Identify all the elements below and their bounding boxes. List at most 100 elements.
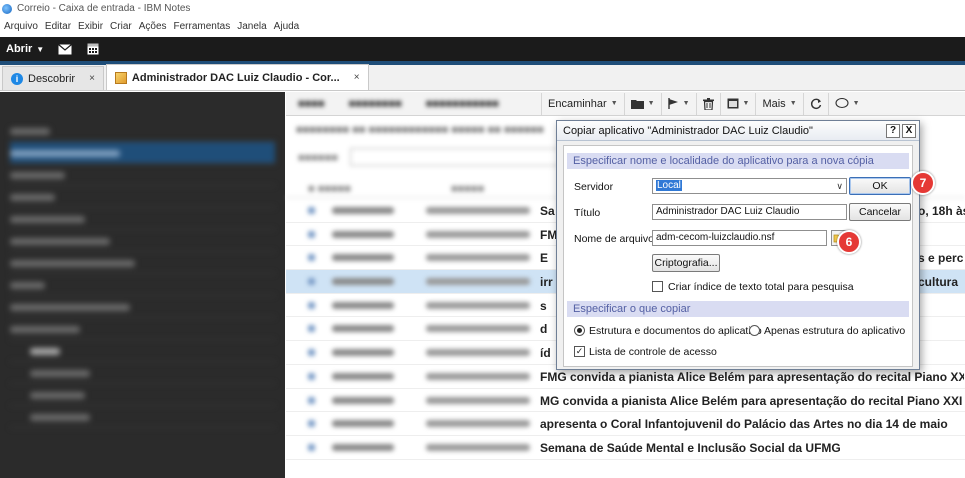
- dialog-title-bar: Copiar aplicativo "Administrador DAC Lui…: [557, 121, 919, 141]
- more-button[interactable]: Mais ▼: [755, 92, 802, 115]
- filename-label: Nome de arquivo: [574, 233, 654, 245]
- close-icon[interactable]: ×: [354, 72, 360, 83]
- mail-icon[interactable]: [58, 43, 73, 55]
- menu-editar[interactable]: Editar: [45, 21, 71, 32]
- message-subject: Semana de Saúde Mental e Inclusão Social…: [540, 440, 841, 455]
- acl-label: Lista de controle de acesso: [589, 346, 717, 358]
- info-icon: i: [11, 72, 23, 85]
- navigator-item-selected[interactable]: [10, 142, 275, 164]
- more-label: Mais: [762, 97, 786, 110]
- navigator-item[interactable]: [10, 274, 275, 296]
- cancel-button[interactable]: Cancelar: [849, 203, 911, 221]
- refresh-icon: [810, 98, 821, 109]
- navigator-header: [10, 100, 275, 120]
- blurred-actions: ■■■■ ■■■■■■■■ ■■■■■■■■■■■: [298, 97, 499, 110]
- chevron-down-icon: ▼: [789, 100, 797, 107]
- dialog-close-button[interactable]: X: [902, 123, 916, 138]
- chevron-down-icon: ∨: [836, 181, 843, 191]
- folder-button[interactable]: ▼: [623, 92, 661, 115]
- navigator-item[interactable]: [10, 340, 275, 362]
- ok-button[interactable]: OK: [849, 177, 911, 195]
- menu-ajuda[interactable]: Ajuda: [274, 21, 300, 32]
- radio-full-copy[interactable]: [574, 325, 585, 336]
- menu-arquivo[interactable]: Arquivo: [4, 21, 38, 32]
- message-subject: MG convida a pianista Alice Belém para a…: [540, 393, 964, 408]
- menu-criar[interactable]: Criar: [110, 21, 132, 32]
- encryption-button[interactable]: Criptografia...: [652, 254, 720, 272]
- navigator-item[interactable]: [10, 406, 275, 428]
- view-options-button[interactable]: ▼: [719, 92, 756, 115]
- refresh-button[interactable]: [802, 92, 828, 115]
- server-value: Local: [656, 180, 682, 191]
- row-blurred-meta: [286, 412, 538, 435]
- message-subject-tail: s e perc: [918, 251, 964, 266]
- row-blurred-meta: [286, 389, 538, 412]
- title-input[interactable]: Administrador DAC Luiz Claudio: [652, 204, 847, 220]
- close-icon[interactable]: ×: [89, 73, 95, 84]
- acl-checkbox[interactable]: ✓: [574, 346, 585, 357]
- navigator-item[interactable]: [10, 208, 275, 230]
- menu-bar: Arquivo Editar Exibir Criar Ações Ferram…: [0, 17, 965, 36]
- navigator-item[interactable]: [10, 230, 275, 252]
- row-blurred-meta: [286, 294, 538, 317]
- design-only-label: Apenas estrutura do aplicativo: [764, 325, 906, 337]
- menu-janela[interactable]: Janela: [237, 21, 266, 32]
- main-toolbar: Abrir ▼: [0, 37, 965, 61]
- fulltext-checkbox[interactable]: [652, 281, 663, 292]
- navigator-pane: [0, 92, 285, 478]
- open-button[interactable]: Abrir ▼: [6, 43, 44, 55]
- action-bar: ■■■■ ■■■■■■■■ ■■■■■■■■■■■ Encaminhar ▼ ▼ ▼…: [286, 92, 965, 116]
- filename-input[interactable]: adm-cecom-luizclaudio.nsf: [652, 230, 827, 246]
- window-icon: [727, 98, 739, 109]
- navigator-item[interactable]: [10, 186, 275, 208]
- row-blurred-meta: [286, 199, 538, 222]
- search-icon: [835, 98, 849, 109]
- flag-icon: [667, 98, 678, 109]
- navigator-item[interactable]: [10, 296, 275, 318]
- menu-ferramentas[interactable]: Ferramentas: [174, 21, 231, 32]
- search-button[interactable]: ▼: [827, 92, 866, 115]
- chevron-down-icon: ▼: [742, 100, 750, 107]
- window-title-bar: Correio - Caixa de entrada - IBM Notes: [0, 0, 965, 17]
- calendar-icon[interactable]: [86, 43, 100, 55]
- section-name-location: Especificar nome e localidade do aplicat…: [567, 153, 909, 169]
- copy-application-dialog: Copiar aplicativo "Administrador DAC Lui…: [556, 120, 920, 370]
- menu-exibir[interactable]: Exibir: [78, 21, 103, 32]
- tab-bar: i Descobrir × Administrador DAC Luiz Cla…: [0, 64, 965, 91]
- fulltext-label: Criar índice de texto total para pesquis…: [668, 281, 854, 293]
- dialog-title: Copiar aplicativo "Administrador DAC Lui…: [563, 124, 813, 137]
- full-copy-label: Estrutura e documentos do aplicativo: [589, 325, 762, 337]
- filter-input[interactable]: [350, 148, 570, 166]
- flag-button[interactable]: ▼: [660, 92, 696, 115]
- radio-design-only[interactable]: [749, 325, 760, 336]
- help-button[interactable]: ?: [886, 123, 900, 138]
- mail-database-icon: [114, 71, 127, 84]
- tab-admin-mail[interactable]: Administrador DAC Luiz Claudio - Cor... …: [105, 64, 369, 90]
- menu-acoes[interactable]: Ações: [139, 21, 167, 32]
- table-row[interactable]: Semana de Saúde Mental e Inclusão Social…: [286, 436, 965, 460]
- navigator-item[interactable]: [10, 120, 275, 142]
- message-subject-tail: o, 18h às: [918, 204, 965, 218]
- row-blurred-meta: [286, 341, 538, 364]
- forward-label: Encaminhar: [548, 97, 607, 110]
- forward-button[interactable]: Encaminhar ▼: [541, 92, 624, 115]
- window-title: Correio - Caixa de entrada - IBM Notes: [17, 3, 191, 14]
- navigator-item[interactable]: [10, 164, 275, 186]
- tab-discover-label: Descobrir: [28, 72, 76, 85]
- message-subject-tail: cultura: [918, 275, 959, 290]
- navigator-item[interactable]: [10, 252, 275, 274]
- server-label: Servidor: [574, 181, 614, 193]
- tab-discover[interactable]: i Descobrir ×: [2, 66, 104, 90]
- table-row[interactable]: MG convida a pianista Alice Belém para a…: [286, 389, 965, 413]
- table-row[interactable]: apresenta o Coral Infantojuvenil do Palá…: [286, 412, 965, 436]
- delete-button[interactable]: [695, 92, 720, 115]
- server-select[interactable]: Local ∨: [652, 178, 847, 194]
- navigator-item[interactable]: [10, 318, 275, 340]
- row-blurred-meta: [286, 436, 538, 459]
- navigator-item[interactable]: [10, 384, 275, 406]
- chevron-down-icon: ▼: [647, 100, 655, 107]
- step-marker-7: 7: [911, 171, 935, 195]
- chevron-down-icon: ▼: [610, 100, 618, 107]
- message-subject: FMG convida a pianista Alice Belém para …: [540, 369, 964, 384]
- navigator-item[interactable]: [10, 362, 275, 384]
